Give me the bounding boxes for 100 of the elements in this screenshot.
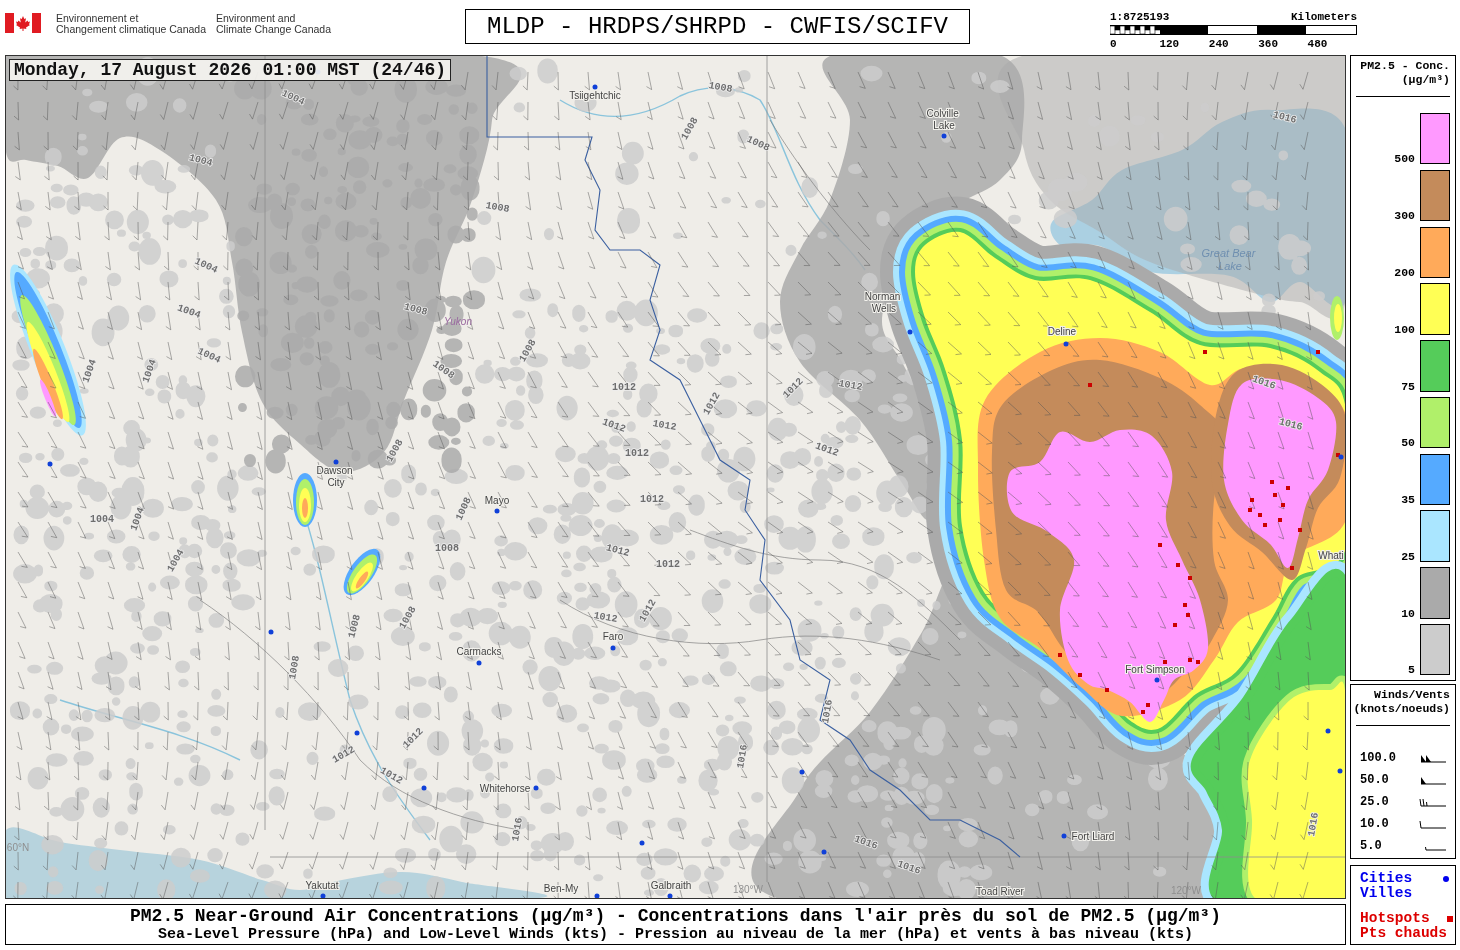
isobar-label: 1008 <box>453 495 474 523</box>
isobar-label: 1012 <box>640 494 664 505</box>
legend-title: PM2.5 - Conc. <box>1359 59 1450 73</box>
forecast-time-label: Monday, 17 August 2026 01:00 MST (24/46) <box>9 59 452 81</box>
place-label: 60°N <box>6 842 30 853</box>
isobar-label: 1004 <box>192 255 220 276</box>
isobar-label: 1012 <box>378 765 405 787</box>
place-label: Faro <box>602 631 624 642</box>
hotspot-marker-icon <box>1188 658 1192 662</box>
isobar-label: 1016 <box>735 743 751 770</box>
wind-legend-unit: (knots/noeuds) <box>1353 702 1450 716</box>
place-label: Fort Simpson <box>1125 664 1185 675</box>
isobar-label: 1012 <box>600 416 627 435</box>
place-label: Whitehorse <box>479 783 531 794</box>
legend-value-label: 35 <box>1401 495 1415 506</box>
hotspot-marker-icon <box>1058 653 1062 657</box>
legend-value-label: 10 <box>1401 608 1415 619</box>
isobar-label: 1016 <box>1306 811 1322 838</box>
place-label: Colville Lake <box>926 108 959 131</box>
city-marker-icon <box>1337 768 1343 774</box>
isobar-label: 1008 <box>435 543 459 554</box>
isobar-label: 1016 <box>1250 373 1277 392</box>
isobar-label: 1008 <box>744 133 772 154</box>
place-label: Carmacks <box>456 646 502 657</box>
hotspot-marker-icon <box>1146 703 1150 707</box>
wind-legend-title: Winds/Vents <box>1373 688 1450 702</box>
product-title: MLDP - HRDPS/SHRPD - CWFIS/SCIFV <box>465 9 970 44</box>
place-label: Whati <box>1318 550 1344 561</box>
scale-tick-label: 360 <box>1258 38 1279 50</box>
scale-ratio: 1:8725193 <box>1110 11 1170 23</box>
isobar-label: 1012 <box>837 378 864 394</box>
place-label: Fort Liard <box>1071 831 1115 842</box>
hotspot-marker-icon <box>1173 623 1177 627</box>
isobar-label: 1016 <box>820 698 836 725</box>
wind-barb-icon <box>1419 775 1447 785</box>
isobar-label: 1016 <box>1271 109 1298 126</box>
hotspot-marker-icon <box>1263 523 1267 527</box>
place-label: Yukon <box>444 316 472 327</box>
wind-barb-icon <box>1419 819 1447 829</box>
hotspot-marker-icon <box>1273 493 1277 497</box>
isobar-label: 1016 <box>1277 416 1304 433</box>
isobar-label: 1012 <box>813 440 840 459</box>
city-marker-icon <box>907 329 913 335</box>
isobar-label: 1008 <box>484 200 511 216</box>
hotspot-marker-icon <box>1281 503 1285 507</box>
hotspot-marker-icon <box>1105 688 1109 692</box>
isobar-label: 1008 <box>346 613 363 640</box>
smoke-concentration-area <box>355 571 369 589</box>
isobar-label: 1008 <box>402 301 429 318</box>
hotspot-marker-icon <box>1186 613 1190 617</box>
isobar-label: 1012 <box>592 610 619 626</box>
city-marker-icon <box>941 133 947 139</box>
hotspot-marker-icon <box>1270 480 1274 484</box>
city-marker-icon <box>494 508 500 514</box>
hotspot-marker-icon <box>1188 576 1192 580</box>
legend-value-label: 300 <box>1394 211 1415 222</box>
city-marker-icon <box>639 840 645 846</box>
legend-value-label: 75 <box>1401 381 1415 392</box>
isobar-label: 1012 <box>656 559 680 570</box>
city-marker-icon <box>476 660 482 666</box>
isobar-label: 1016 <box>852 833 879 852</box>
caption-subtitle: Sea-Level Pressure (hPa) and Low-Level Winds (kts) - Pression au niveau de la mer (hPa) et vents à bas niveau (kts) <box>157 927 1194 942</box>
legend-unit: (µg/m³) <box>1400 73 1450 87</box>
wind-speed-label: 50.0 <box>1360 773 1389 787</box>
city-marker-icon <box>610 645 616 651</box>
place-label: Toad River <box>976 886 1024 897</box>
hotspot-marker-icon <box>1250 498 1254 502</box>
city-marker-icon <box>592 84 598 90</box>
city-marker-icon <box>268 629 274 635</box>
wind-speed-label: 25.0 <box>1360 795 1389 809</box>
agency-name-french: Environnement et Changement climatique Canada <box>56 13 207 35</box>
wind-speed-label: 5.0 <box>1360 839 1382 853</box>
city-marker-icon <box>1325 728 1331 734</box>
hotspot-marker-icon <box>1447 916 1453 922</box>
isobar-label: 1016 <box>510 816 526 843</box>
city-marker-icon <box>1063 341 1069 347</box>
city-marker-icon <box>821 849 827 855</box>
hotspot-marker-icon <box>1286 486 1290 490</box>
legend-value-label: 200 <box>1394 267 1415 278</box>
legend-value-label: 25 <box>1401 551 1415 562</box>
hotspot-marker-icon <box>1078 673 1082 677</box>
hotspot-marker-icon <box>1141 710 1145 714</box>
place-label: Ben-My <box>543 883 579 894</box>
isobar-label: 1012 <box>612 382 636 393</box>
wind-barb-icon <box>1419 797 1447 807</box>
scale-tick-label: 0 <box>1110 38 1118 50</box>
scale-tick-label: 480 <box>1307 38 1329 50</box>
wind-barb-icon <box>1419 753 1447 763</box>
place-label: Mayo <box>484 495 510 506</box>
map-key-label: Cities Villes <box>1360 871 1413 901</box>
wind-speed-label: 100.0 <box>1360 751 1396 765</box>
flag-icon <box>5 13 41 33</box>
isobar-label: 1008 <box>707 80 734 96</box>
place-label: Yakutat <box>305 880 339 891</box>
hotspot-marker-icon <box>1088 383 1092 387</box>
hotspot-marker-icon <box>1316 350 1320 354</box>
scale-unit: Kilometers <box>1291 11 1357 23</box>
hotspot-marker-icon <box>1176 563 1180 567</box>
wind-speed-label: 10.0 <box>1360 817 1389 831</box>
smoke-concentration-area <box>302 498 308 518</box>
